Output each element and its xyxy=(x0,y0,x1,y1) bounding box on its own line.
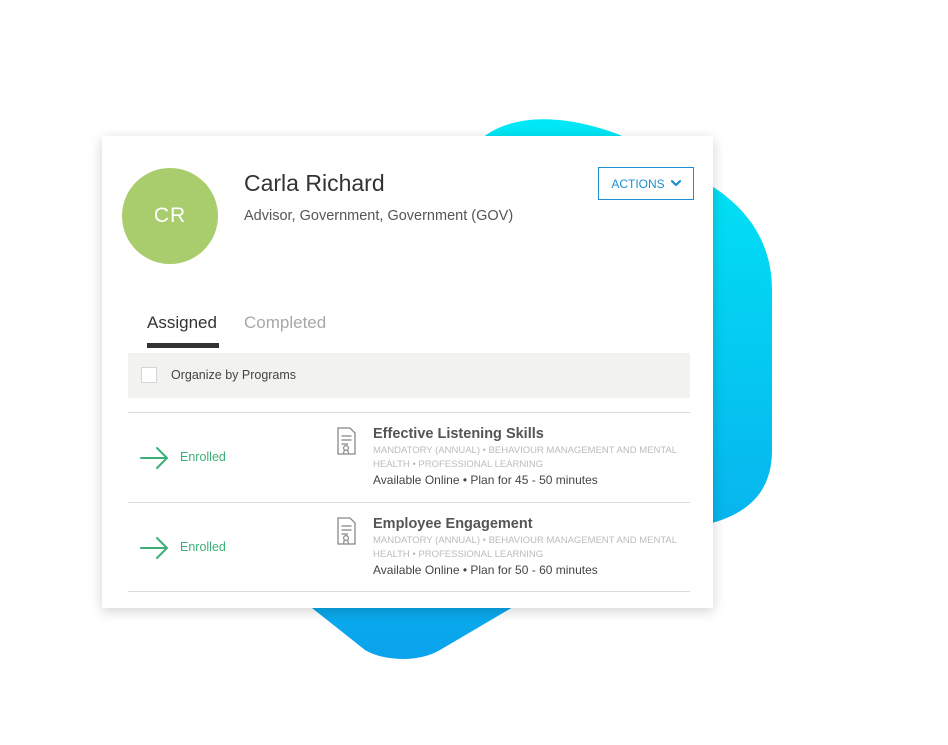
tab-assigned[interactable]: Assigned xyxy=(147,313,217,333)
enrolled-status: Enrolled xyxy=(180,450,226,464)
course-title[interactable]: Effective Listening Skills xyxy=(373,426,544,442)
page: CR Carla Richard Advisor, Government, Go… xyxy=(0,0,948,745)
learner-card: CR Carla Richard Advisor, Government, Go… xyxy=(102,136,713,608)
course-row: Enrolled Effective Listening Skills MAND… xyxy=(128,413,690,502)
course-tags: MANDATORY (ANNUAL) • BEHAVIOUR MANAGEMEN… xyxy=(373,445,677,470)
enrolled-status: Enrolled xyxy=(180,540,226,554)
arrow-right-icon xyxy=(140,537,168,559)
avatar: CR xyxy=(122,168,218,264)
course-meta: Available Online • Plan for 45 - 50 minu… xyxy=(373,473,598,487)
organize-by-programs-label[interactable]: Organize by Programs xyxy=(171,368,296,382)
avatar-initials: CR xyxy=(153,204,187,227)
course-meta: Available Online • Plan for 50 - 60 minu… xyxy=(373,563,598,577)
actions-label: ACTIONS xyxy=(611,176,665,191)
tab-completed[interactable]: Completed xyxy=(244,313,326,333)
course-row: Enrolled Employee Engagement MANDATORY (… xyxy=(128,503,690,592)
course-tags: MANDATORY (ANNUAL) • BEHAVIOUR MANAGEMEN… xyxy=(373,535,677,560)
divider xyxy=(128,591,690,592)
certificate-document-icon xyxy=(337,427,356,455)
learner-role: Advisor, Government, Government (GOV) xyxy=(244,208,514,224)
chevron-down-icon xyxy=(670,180,681,187)
actions-button[interactable]: ACTIONS xyxy=(598,167,694,200)
active-tab-indicator xyxy=(147,343,219,348)
course-title[interactable]: Employee Engagement xyxy=(373,516,533,532)
organize-by-programs-checkbox[interactable] xyxy=(141,367,157,383)
certificate-document-icon xyxy=(337,517,356,545)
learner-name: Carla Richard xyxy=(244,170,385,196)
arrow-right-icon xyxy=(140,447,168,469)
filter-bar: Organize by Programs xyxy=(128,353,690,398)
